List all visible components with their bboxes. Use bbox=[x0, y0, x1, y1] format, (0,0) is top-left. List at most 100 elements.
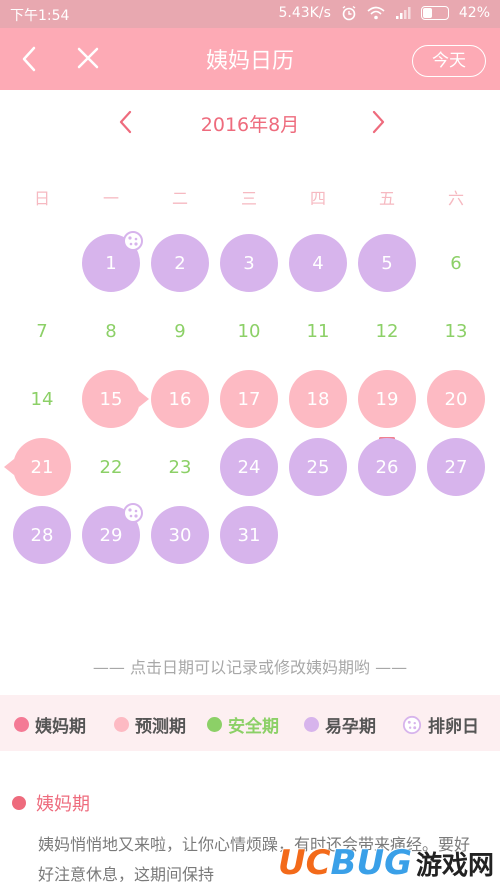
period-dot-icon bbox=[14, 717, 29, 732]
calendar-day[interactable]: 16 bbox=[151, 370, 209, 428]
calendar-day[interactable]: 8 bbox=[82, 302, 140, 360]
safe-dot-icon bbox=[207, 717, 222, 732]
predicted-dot-icon bbox=[114, 717, 129, 732]
calendar-day[interactable]: 1 bbox=[82, 231, 143, 292]
calendar-day[interactable]: 5 bbox=[358, 234, 416, 292]
day-number: 28 bbox=[30, 524, 54, 546]
day-number: 10 bbox=[237, 320, 261, 342]
nav-bar: 姨妈日历 今天 bbox=[0, 28, 500, 90]
calendar-day[interactable]: 25 bbox=[289, 438, 347, 496]
day-number: 18 bbox=[306, 388, 330, 410]
info-dot-icon bbox=[12, 796, 26, 810]
day-number: 23 bbox=[168, 456, 192, 478]
day-number: 19 bbox=[375, 388, 399, 410]
calendar-day[interactable]: 26 bbox=[358, 438, 416, 496]
legend-period: 姨妈期 bbox=[14, 712, 86, 737]
day-number: 1 bbox=[105, 252, 117, 274]
legend-predicted: 预测期 bbox=[114, 712, 186, 737]
close-icon[interactable] bbox=[74, 44, 102, 72]
day-number: 31 bbox=[237, 524, 261, 546]
day-number: 24 bbox=[237, 456, 261, 478]
calendar-day[interactable]: 18 bbox=[289, 370, 347, 428]
calendar-day[interactable]: 23 bbox=[151, 438, 209, 496]
calendar-day[interactable]: 9 bbox=[151, 302, 209, 360]
today-button[interactable]: 今天 bbox=[412, 45, 486, 77]
day-number: 8 bbox=[105, 320, 117, 342]
day-number: 30 bbox=[168, 524, 192, 546]
legend: 姨妈期 预测期 安全期 易孕期 排卵日 bbox=[0, 695, 500, 751]
day-number: 6 bbox=[450, 252, 462, 274]
day-number: 26 bbox=[375, 456, 399, 478]
day-number: 12 bbox=[375, 320, 399, 342]
ovulation-icon bbox=[402, 715, 422, 734]
calendar-day[interactable]: 3 bbox=[220, 234, 278, 292]
day-number: 17 bbox=[237, 388, 261, 410]
battery-icon bbox=[420, 6, 449, 20]
calendar-day[interactable]: 2 bbox=[151, 234, 209, 292]
day-number: 2 bbox=[174, 252, 186, 274]
calendar-day[interactable]: 22 bbox=[82, 438, 140, 496]
info-title: 姨妈期 bbox=[12, 790, 90, 816]
ovulation-icon bbox=[123, 503, 143, 523]
day-number: 27 bbox=[444, 456, 468, 478]
legend-safe: 安全期 bbox=[207, 712, 279, 737]
weekday-sat: 六 bbox=[447, 189, 464, 208]
day-number: 11 bbox=[306, 320, 330, 342]
battery-percent: 42% bbox=[458, 5, 490, 21]
calendar-day[interactable]: 11 bbox=[289, 302, 347, 360]
calendar-day[interactable]: 20 bbox=[427, 370, 485, 428]
hint-text: —— 点击日期可以记录或修改姨妈期哟 —— bbox=[92, 658, 408, 677]
signal-icon bbox=[395, 7, 411, 19]
day-number: 4 bbox=[312, 252, 324, 274]
weekday-fri: 五 bbox=[378, 189, 395, 208]
wifi-icon bbox=[367, 6, 385, 20]
network-speed: 5.43K/s bbox=[278, 5, 331, 21]
day-number: 25 bbox=[306, 456, 330, 478]
calendar-day[interactable]: 7 bbox=[13, 302, 71, 360]
calendar-day[interactable]: 28 bbox=[13, 506, 71, 564]
calendar-day[interactable]: 6 bbox=[427, 234, 485, 292]
calendar-day[interactable]: 15 bbox=[82, 370, 149, 428]
weekday-thu: 四 bbox=[309, 189, 326, 208]
calendar-day[interactable]: 10 bbox=[220, 302, 278, 360]
day-number: 21 bbox=[30, 456, 54, 478]
day-number: 9 bbox=[174, 320, 186, 342]
month-label: 2016年8月 bbox=[200, 114, 300, 136]
calendar-day[interactable]: 14 bbox=[13, 370, 71, 428]
legend-fertile: 易孕期 bbox=[304, 712, 376, 737]
info-title-label: 姨妈期 bbox=[36, 794, 90, 815]
calendar-day[interactable]: 27 bbox=[427, 438, 485, 496]
day-number: 14 bbox=[30, 388, 54, 410]
calendar-day[interactable]: 4 bbox=[289, 234, 347, 292]
calendar-day[interactable]: 21 bbox=[4, 438, 71, 496]
calendar-day[interactable]: 30 bbox=[151, 506, 209, 564]
alarm-icon bbox=[342, 5, 356, 21]
weekday-tue: 二 bbox=[171, 189, 188, 208]
back-arrow-icon[interactable] bbox=[14, 42, 44, 76]
legend-ovulation: 排卵日 bbox=[402, 712, 479, 737]
status-right: 5.43K/s 42% bbox=[279, 5, 491, 21]
watermark-logo: UCBUG 游戏网 bbox=[277, 843, 494, 883]
next-month-icon[interactable] bbox=[364, 106, 392, 138]
day-number: 16 bbox=[168, 388, 192, 410]
calendar-day[interactable]: 17 bbox=[220, 370, 278, 428]
calendar-day[interactable]: 12 bbox=[358, 302, 416, 360]
status-bar: 下午1:54 5.43K/s 42% bbox=[0, 0, 500, 28]
day-number: 3 bbox=[243, 252, 255, 274]
calendar-day[interactable]: 13 bbox=[427, 302, 485, 360]
calendar-day[interactable]: 29 bbox=[82, 503, 143, 564]
day-number: 7 bbox=[36, 320, 48, 342]
day-number: 15 bbox=[99, 388, 123, 410]
weekday-wed: 三 bbox=[240, 189, 257, 208]
fertile-dot-icon bbox=[304, 717, 319, 732]
day-number: 29 bbox=[99, 524, 123, 546]
weekday-mon: 一 bbox=[102, 189, 119, 208]
day-number: 13 bbox=[444, 320, 468, 342]
calendar-day[interactable]: 24 bbox=[220, 438, 278, 496]
calendar-day[interactable]: 19 bbox=[358, 370, 416, 440]
calendar-day[interactable]: 31 bbox=[220, 506, 278, 564]
day-number: 20 bbox=[444, 388, 468, 410]
ovulation-icon bbox=[123, 231, 143, 251]
day-number: 22 bbox=[99, 456, 123, 478]
day-number: 5 bbox=[381, 252, 393, 274]
